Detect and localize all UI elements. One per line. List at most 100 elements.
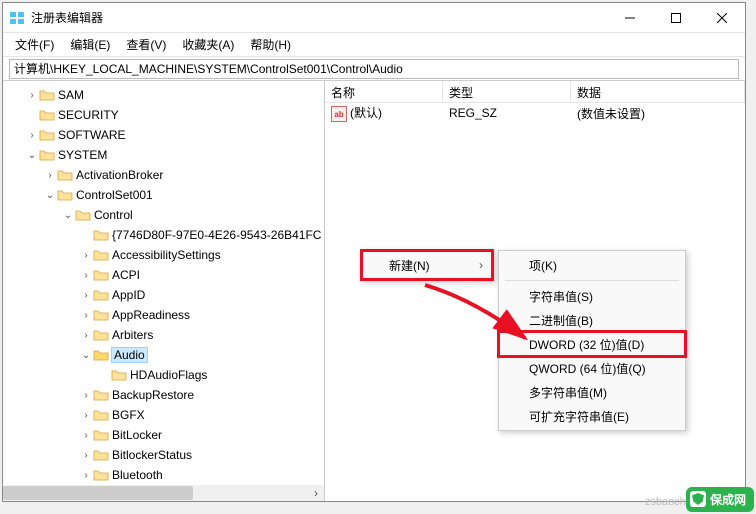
tree-item[interactable]: ›SAM — [3, 85, 324, 105]
chevron-right-icon[interactable]: › — [79, 268, 93, 282]
tree-label: Bluetooth — [112, 468, 163, 482]
chevron-right-icon[interactable]: › — [43, 168, 57, 182]
menu-view[interactable]: 查看(V) — [118, 34, 174, 55]
ctx-item[interactable]: QWORD (64 位)值(Q) — [499, 356, 685, 380]
tree-label: AppReadiness — [112, 308, 190, 322]
tree-scrollbar[interactable]: ‹ › — [3, 485, 324, 501]
address-bar — [3, 57, 745, 81]
chevron-down-icon[interactable]: ⌄ — [43, 188, 57, 202]
menu-help[interactable]: 帮助(H) — [242, 34, 299, 55]
chevron-right-icon[interactable]: › — [79, 468, 93, 482]
tree-item[interactable]: › BackupRestore — [3, 385, 324, 405]
value-type: REG_SZ — [443, 106, 571, 120]
chevron-right-icon[interactable]: › — [79, 428, 93, 442]
menu-fav[interactable]: 收藏夹(A) — [174, 34, 242, 55]
minimize-button[interactable] — [607, 3, 653, 33]
chevron-right-icon[interactable]: › — [79, 308, 93, 322]
menu-separator — [505, 280, 679, 281]
tree-item[interactable]: ⌄ Audio — [3, 345, 324, 365]
folder-icon — [93, 268, 109, 282]
tree-label: Audio — [112, 348, 147, 362]
tree-item[interactable]: › BitLocker — [3, 425, 324, 445]
close-button[interactable] — [699, 3, 745, 33]
chevron-right-icon[interactable]: › — [79, 288, 93, 302]
chevron-right-icon[interactable]: › — [79, 408, 93, 422]
ctx-item[interactable]: 项(K) — [499, 253, 685, 277]
tree-item[interactable]: {7746D80F-97E0-4E26-9543-26B41FC — [3, 225, 324, 245]
tree-item[interactable]: › Arbiters — [3, 325, 324, 345]
badge-label: 保成网 — [710, 493, 746, 507]
folder-icon — [39, 148, 55, 162]
folder-icon — [57, 168, 73, 182]
ctx-item[interactable]: 可扩充字符串值(E) — [499, 404, 685, 428]
tree-label: {7746D80F-97E0-4E26-9543-26B41FC — [112, 228, 321, 242]
col-type[interactable]: 类型 — [443, 81, 571, 102]
site-badge: 保成网 — [686, 487, 754, 512]
tree-item[interactable]: › BitlockerStatus — [3, 445, 324, 465]
tree-label: BitLocker — [112, 428, 162, 442]
chevron-down-icon[interactable]: ⌄ — [25, 148, 39, 162]
maximize-button[interactable] — [653, 3, 699, 33]
ctx-new[interactable]: 新建(N) › — [363, 252, 491, 278]
shield-icon — [692, 493, 704, 505]
chevron-right-icon[interactable]: › — [79, 388, 93, 402]
folder-icon — [93, 408, 109, 422]
chevron-right-icon[interactable]: › — [79, 448, 93, 462]
col-name[interactable]: 名称 — [325, 81, 443, 102]
tree-item[interactable]: ›ACPI — [3, 265, 324, 285]
tree-label: ControlSet001 — [76, 188, 153, 202]
tree-item[interactable]: › Bluetooth — [3, 465, 324, 485]
expand-spacer — [97, 368, 111, 382]
tree-item[interactable]: ⌄ ControlSet001 — [3, 185, 324, 205]
folder-icon — [93, 468, 109, 482]
tree-label: HDAudioFlags — [130, 368, 207, 382]
folder-icon — [93, 308, 109, 322]
tree-label: BackupRestore — [112, 388, 194, 402]
menu-edit[interactable]: 编辑(E) — [62, 34, 118, 55]
ctx-item[interactable]: 多字符串值(M) — [499, 380, 685, 404]
tree-item[interactable]: › AccessibilitySettings — [3, 245, 324, 265]
chevron-right-icon[interactable]: › — [79, 248, 93, 262]
folder-icon — [93, 388, 109, 402]
tree-label: ActivationBroker — [76, 168, 163, 182]
ctx-item[interactable]: 字符串值(S) — [499, 284, 685, 308]
menu-file[interactable]: 文件(F) — [7, 34, 62, 55]
tree-item[interactable]: › SOFTWARE — [3, 125, 324, 145]
folder-icon — [39, 88, 55, 102]
tree-item[interactable]: › BGFX — [3, 405, 324, 425]
tree-label: Arbiters — [112, 328, 153, 342]
tree-item[interactable]: ›AppID — [3, 285, 324, 305]
scroll-right-icon[interactable]: › — [308, 485, 324, 501]
tree-label: BGFX — [112, 408, 145, 422]
tree-label: AccessibilitySettings — [112, 248, 221, 262]
registry-tree[interactable]: ›SAMSECURITY › SOFTWARE ⌄SYSTEM › ActivationB… — [3, 81, 324, 485]
context-submenu-new: 项(K) 字符串值(S)二进制值(B)DWORD (32 位)值(D)QWORD … — [498, 250, 686, 431]
tree-item[interactable]: ⌄ Control — [3, 205, 324, 225]
ctx-new-label: 新建(N) — [389, 257, 430, 274]
list-row[interactable]: ab(默认) REG_SZ (数值未设置) — [325, 103, 745, 123]
ctx-item[interactable]: 二进制值(B) — [499, 308, 685, 332]
tree-label: Control — [94, 208, 133, 222]
expand-spacer — [79, 228, 93, 242]
folder-icon — [75, 208, 91, 222]
chevron-right-icon[interactable]: › — [79, 328, 93, 342]
tree-label: SOFTWARE — [58, 128, 126, 142]
tree-label: BitlockerStatus — [112, 448, 192, 462]
chevron-right-icon[interactable]: › — [25, 88, 39, 102]
expand-spacer — [25, 108, 39, 122]
chevron-right-icon[interactable]: › — [25, 128, 39, 142]
path-input[interactable] — [9, 59, 739, 79]
col-data[interactable]: 数据 — [571, 81, 745, 102]
scroll-thumb[interactable] — [3, 486, 193, 500]
context-menu-new: 新建(N) › — [360, 249, 494, 281]
tree-item[interactable]: › ActivationBroker — [3, 165, 324, 185]
tree-item[interactable]: › AppReadiness — [3, 305, 324, 325]
chevron-down-icon[interactable]: ⌄ — [79, 348, 93, 362]
folder-icon — [93, 428, 109, 442]
tree-item[interactable]: SECURITY — [3, 105, 324, 125]
chevron-down-icon[interactable]: ⌄ — [61, 208, 75, 222]
tree-pane: ›SAMSECURITY › SOFTWARE ⌄SYSTEM › ActivationB… — [3, 81, 325, 501]
tree-item[interactable]: HDAudioFlags — [3, 365, 324, 385]
ctx-item[interactable]: DWORD (32 位)值(D) — [499, 332, 685, 356]
tree-item[interactable]: ⌄SYSTEM — [3, 145, 324, 165]
